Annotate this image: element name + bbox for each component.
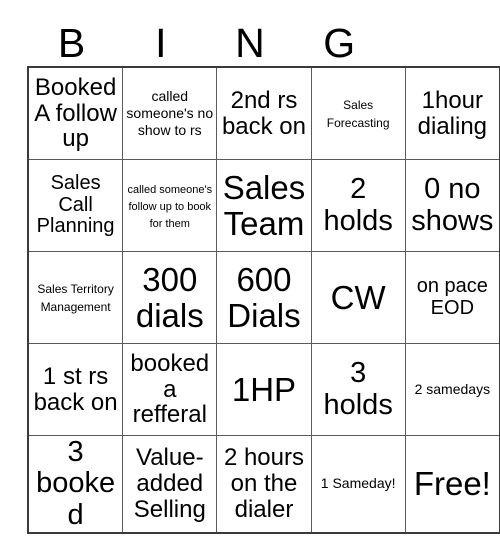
bingo-cell[interactable]: Sales Team: [216, 159, 312, 252]
bingo-cell[interactable]: 0 no shows: [404, 159, 500, 252]
bingo-cell[interactable]: Booked A follow up: [27, 66, 124, 160]
bingo-cell[interactable]: Sales Forecasting: [310, 66, 406, 160]
bingo-cell-label: 3 holds: [323, 357, 393, 421]
bingo-cell-label: 2nd rs back on: [221, 86, 306, 140]
bingo-row: Sales Call Planning called someone's fol…: [27, 159, 500, 252]
bingo-cell[interactable]: 2 samedays: [404, 343, 500, 436]
bingo-cell-label: 2 hours on the dialer: [223, 444, 304, 523]
bingo-cell-label: called someone's no show to rs: [126, 87, 214, 139]
bingo-header-letter-o: [384, 12, 473, 66]
bingo-cell[interactable]: 2nd rs back on: [216, 66, 312, 160]
bingo-header-row: B I N G: [27, 12, 473, 66]
bingo-header-letter-i: I: [155, 20, 167, 66]
bingo-row: Booked A follow up called someone's no s…: [27, 66, 500, 160]
bingo-cell-label: 2 samedays: [414, 380, 491, 397]
bingo-cell[interactable]: 2 holds: [310, 159, 406, 252]
bingo-cell-label: Sales Team: [222, 168, 306, 242]
bingo-cell[interactable]: called someone's follow up to book for t…: [122, 159, 218, 252]
bingo-header-letter-n: N: [235, 20, 265, 66]
bingo-cell-label: 3 booked: [36, 436, 116, 531]
bingo-card: B I N G Booked A follow up called someon…: [27, 12, 500, 534]
bingo-cell[interactable]: Value-added Selling: [122, 434, 218, 534]
bingo-cell[interactable]: on pace EOD: [404, 251, 500, 344]
bingo-cell-label: Free!: [413, 465, 491, 503]
bingo-cell[interactable]: 3 holds: [310, 343, 406, 436]
bingo-cell-label: 600 Dials: [227, 260, 301, 334]
bingo-row: Sales Territory Management 300 dials 600…: [27, 251, 500, 344]
bingo-row: 1 st rs back on booked a refferal 1HP 3 …: [27, 343, 500, 436]
bingo-cell[interactable]: 1 st rs back on: [27, 343, 124, 436]
bingo-cell[interactable]: Sales Territory Management: [27, 251, 124, 344]
bingo-row: 3 booked Value-added Selling 2 hours on …: [27, 434, 500, 534]
bingo-cell-label: 2 holds: [323, 173, 393, 237]
bingo-cell[interactable]: 300 dials: [122, 251, 218, 344]
bingo-cell-label: Sales Forecasting: [326, 98, 390, 130]
bingo-cell-label: Sales Call Planning: [36, 172, 115, 238]
bingo-cell-label: on pace EOD: [416, 274, 488, 319]
bingo-cell[interactable]: 1 Sameday!: [310, 434, 406, 534]
bingo-cell[interactable]: 2 hours on the dialer: [216, 434, 312, 534]
bingo-cell-label: 1HP: [231, 370, 297, 408]
bingo-cell[interactable]: booked a refferal: [122, 343, 218, 436]
bingo-cell-label: Value-added Selling: [133, 444, 206, 523]
bingo-cell[interactable]: Free!: [404, 434, 500, 534]
bingo-cell-label: 1 st rs back on: [33, 362, 118, 416]
bingo-cell[interactable]: 600 Dials: [216, 251, 312, 344]
bingo-cell-label: 300 dials: [135, 260, 204, 334]
bingo-cell-label: 0 no shows: [411, 173, 494, 237]
bingo-cell[interactable]: CW: [310, 251, 406, 344]
bingo-cell[interactable]: called someone's no show to rs: [122, 66, 218, 160]
bingo-cell-label: called someone's follow up to book for t…: [127, 183, 213, 231]
bingo-grid: Booked A follow up called someone's no s…: [27, 66, 500, 534]
bingo-cell-label: 1hour dialing: [417, 86, 488, 140]
bingo-cell-label: CW: [330, 278, 386, 316]
bingo-header-letter-g: G: [323, 20, 356, 66]
bingo-cell-label: Booked A follow up: [34, 73, 117, 153]
bingo-cell[interactable]: 1hour dialing: [404, 66, 500, 160]
bingo-cell[interactable]: 1HP: [216, 343, 312, 436]
bingo-cell[interactable]: Sales Call Planning: [27, 159, 124, 252]
bingo-cell-label: booked a refferal: [130, 349, 210, 429]
bingo-header-letter-b: B: [57, 20, 86, 66]
bingo-cell[interactable]: 3 booked: [27, 434, 124, 534]
bingo-cell-label: Sales Territory Management: [37, 282, 114, 314]
bingo-cell-label: 1 Sameday!: [320, 475, 396, 492]
